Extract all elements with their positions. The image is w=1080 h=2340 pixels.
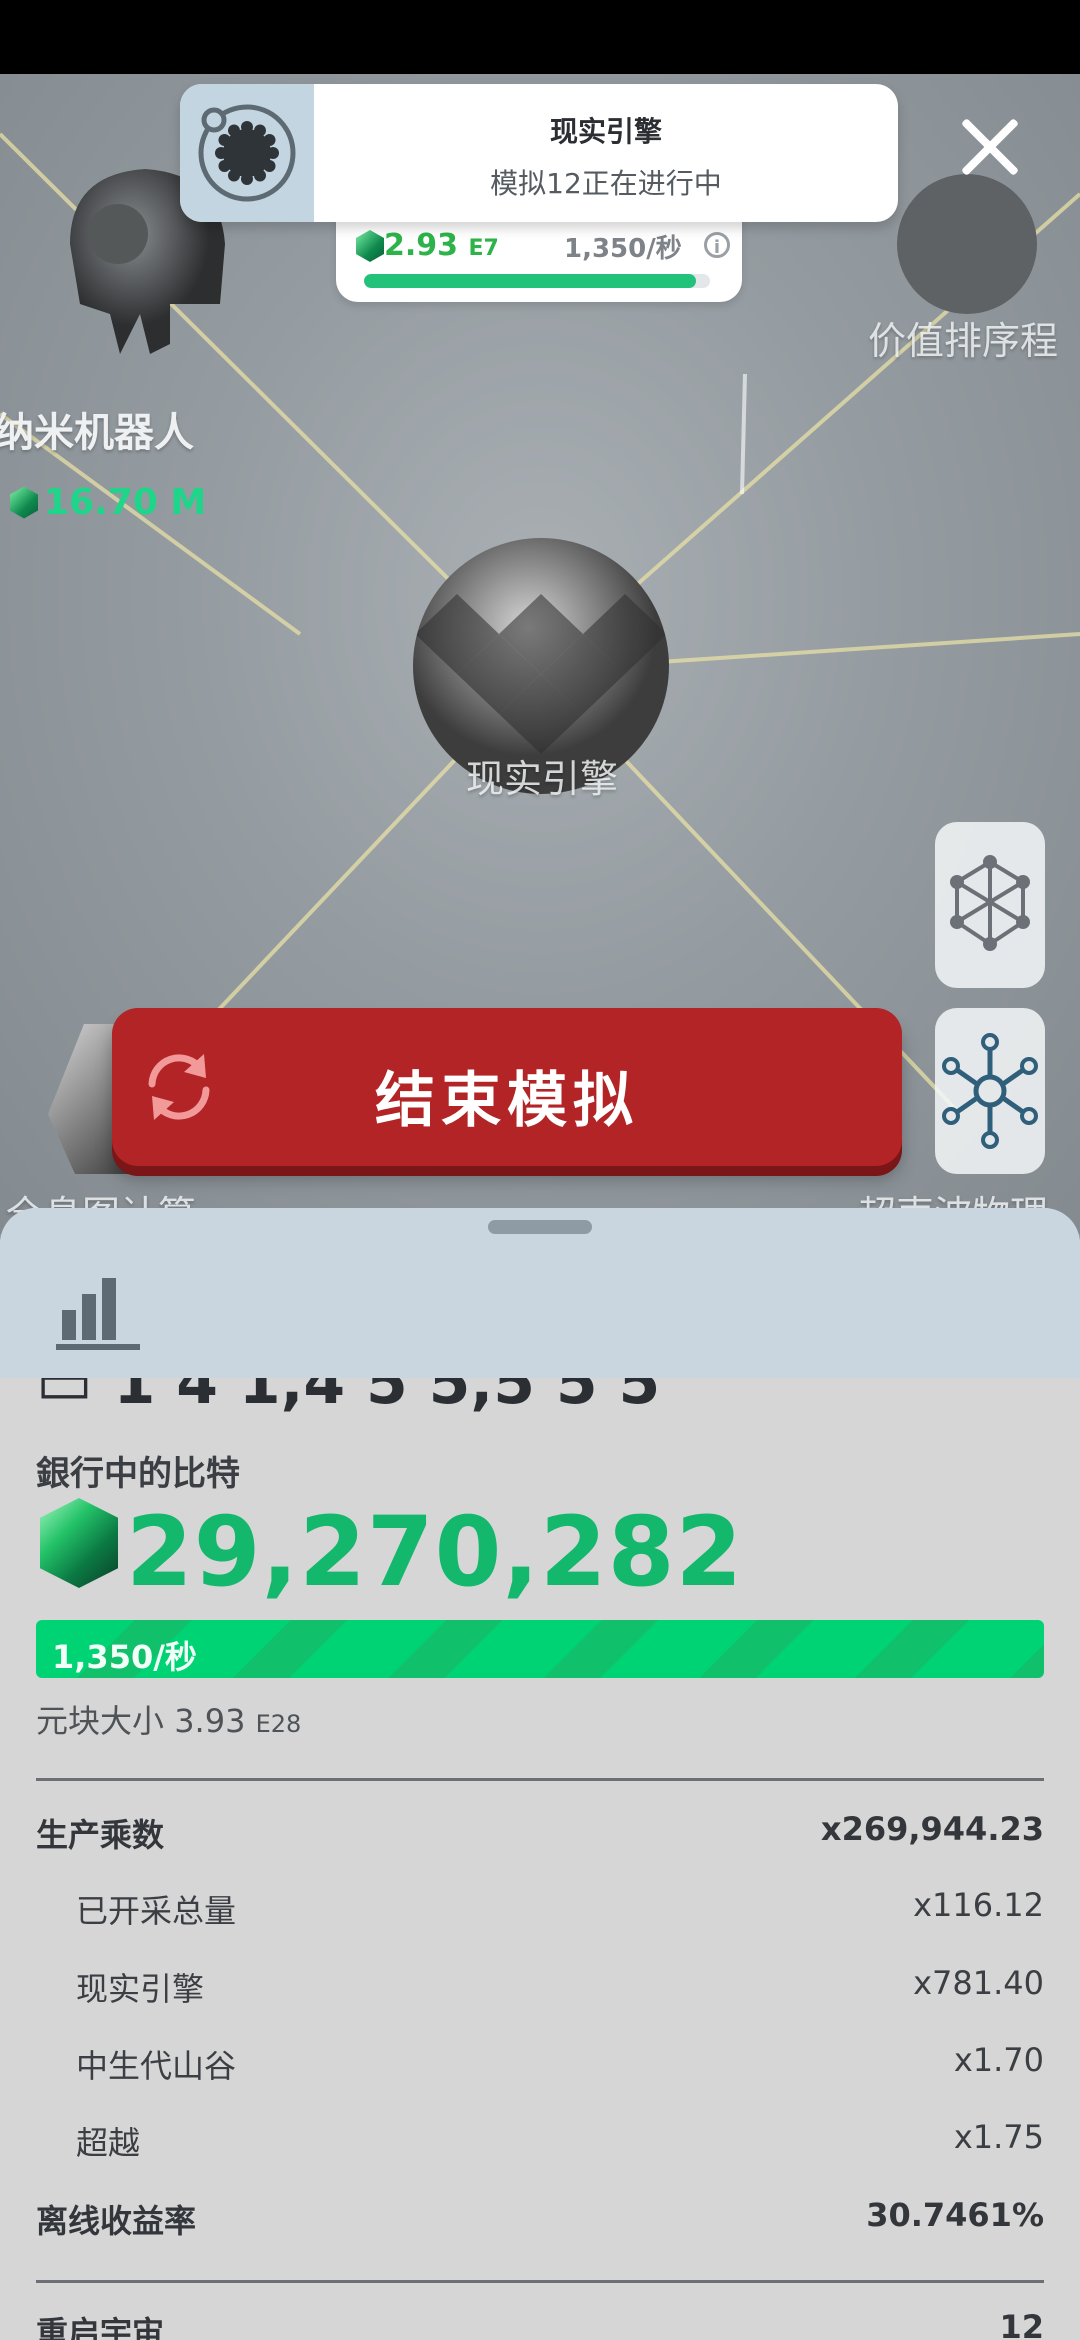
stat-key: 现实引擎 xyxy=(76,1970,205,2008)
molecule-button[interactable] xyxy=(935,822,1045,988)
simulation-rate: 1,350/秒 xyxy=(564,234,682,264)
stat-value: 30.7461% xyxy=(866,2196,1044,2234)
bit-gem-large-icon xyxy=(40,1498,118,1588)
node-label-nanobot: 纳米机器人 xyxy=(0,410,194,456)
stat-row: 重启宇宙 12 xyxy=(36,2308,1044,2340)
end-simulation-label: 结束模拟 xyxy=(375,1066,639,1136)
network-node-icon xyxy=(942,1033,1038,1149)
bits-rate-bar: 1,350/秒 xyxy=(36,1620,1044,1678)
stat-key: 超越 xyxy=(76,2124,141,2162)
bit-gem-icon xyxy=(356,230,384,262)
stat-value: x781.40 xyxy=(913,1964,1044,2002)
node-label-reality-engine: 现实引擎 xyxy=(466,757,619,801)
stat-row: 生产乘数 x269,944.23 xyxy=(36,1810,1044,1860)
nanobot-price-value: 16.70 M xyxy=(44,482,207,523)
stat-value: x269,944.23 xyxy=(820,1810,1044,1848)
stat-key: 中生代山谷 xyxy=(76,2047,237,2085)
stat-row: 离线收益率 30.7461% xyxy=(36,2196,1044,2246)
end-simulation-button[interactable]: 结束模拟 xyxy=(112,1008,902,1166)
value-sort-orb-icon[interactable] xyxy=(897,174,1037,314)
stats-panel: ▭ 1 4 1,4 5 5,5 5 5 銀行中的比特 29,270,282 1,… xyxy=(0,1208,1080,2340)
simulation-rate-card: 2.93 E7 1,350/秒 i xyxy=(336,212,742,302)
status-bar xyxy=(0,0,1080,74)
stat-key: 已开采总量 xyxy=(76,1892,237,1930)
stat-row: 中生代山谷 x1.70 xyxy=(36,2041,1044,2091)
bits-rate: 1,350/秒 xyxy=(52,1638,197,1676)
block-size: 元块大小 3.93 E28 xyxy=(36,1702,302,1740)
stat-row: 现实引擎 x781.40 xyxy=(36,1964,1044,2014)
gear-icon-box xyxy=(180,84,314,222)
stat-key: 重启宇宙 xyxy=(36,2314,165,2340)
bit-gem-icon xyxy=(10,486,38,519)
stat-key: 离线收益率 xyxy=(36,2202,197,2240)
notification-title: 现实引擎 xyxy=(549,115,662,148)
stat-value: 12 xyxy=(999,2308,1044,2340)
simulation-notification[interactable]: 现实引擎 模拟12正在进行中 xyxy=(180,84,898,222)
drag-handle[interactable] xyxy=(488,1220,592,1234)
network-button[interactable] xyxy=(935,1008,1045,1174)
stat-value: x1.75 xyxy=(953,2118,1044,2156)
molecule-icon xyxy=(950,855,1030,951)
stat-value: x116.12 xyxy=(913,1886,1044,1924)
stat-key: 生产乘数 xyxy=(36,1816,165,1854)
stat-row: 已开采总量 x116.12 xyxy=(36,1886,1044,1936)
bar-chart-icon[interactable] xyxy=(56,1264,140,1354)
stat-row: 超越 x1.75 xyxy=(36,2118,1044,2168)
bank-bits-label: 銀行中的比特 xyxy=(36,1454,240,1494)
info-icon[interactable]: i xyxy=(704,232,730,258)
simulation-value: 2.93 E7 xyxy=(384,228,499,263)
bank-bits-value: 29,270,282 xyxy=(126,1496,744,1608)
notification-message: 模拟12正在进行中 xyxy=(490,167,722,200)
nanobot-price: 16.70 M xyxy=(10,482,206,523)
panel-header xyxy=(0,1208,1080,1378)
close-icon[interactable] xyxy=(955,112,1025,182)
gear-icon xyxy=(198,104,296,202)
divider xyxy=(36,1778,1044,1781)
divider xyxy=(36,2280,1044,2283)
stat-value: x1.70 xyxy=(953,2041,1044,2079)
node-label-value-sort: 价值排序程 xyxy=(868,319,1059,363)
simulation-progress-bar xyxy=(364,274,710,288)
